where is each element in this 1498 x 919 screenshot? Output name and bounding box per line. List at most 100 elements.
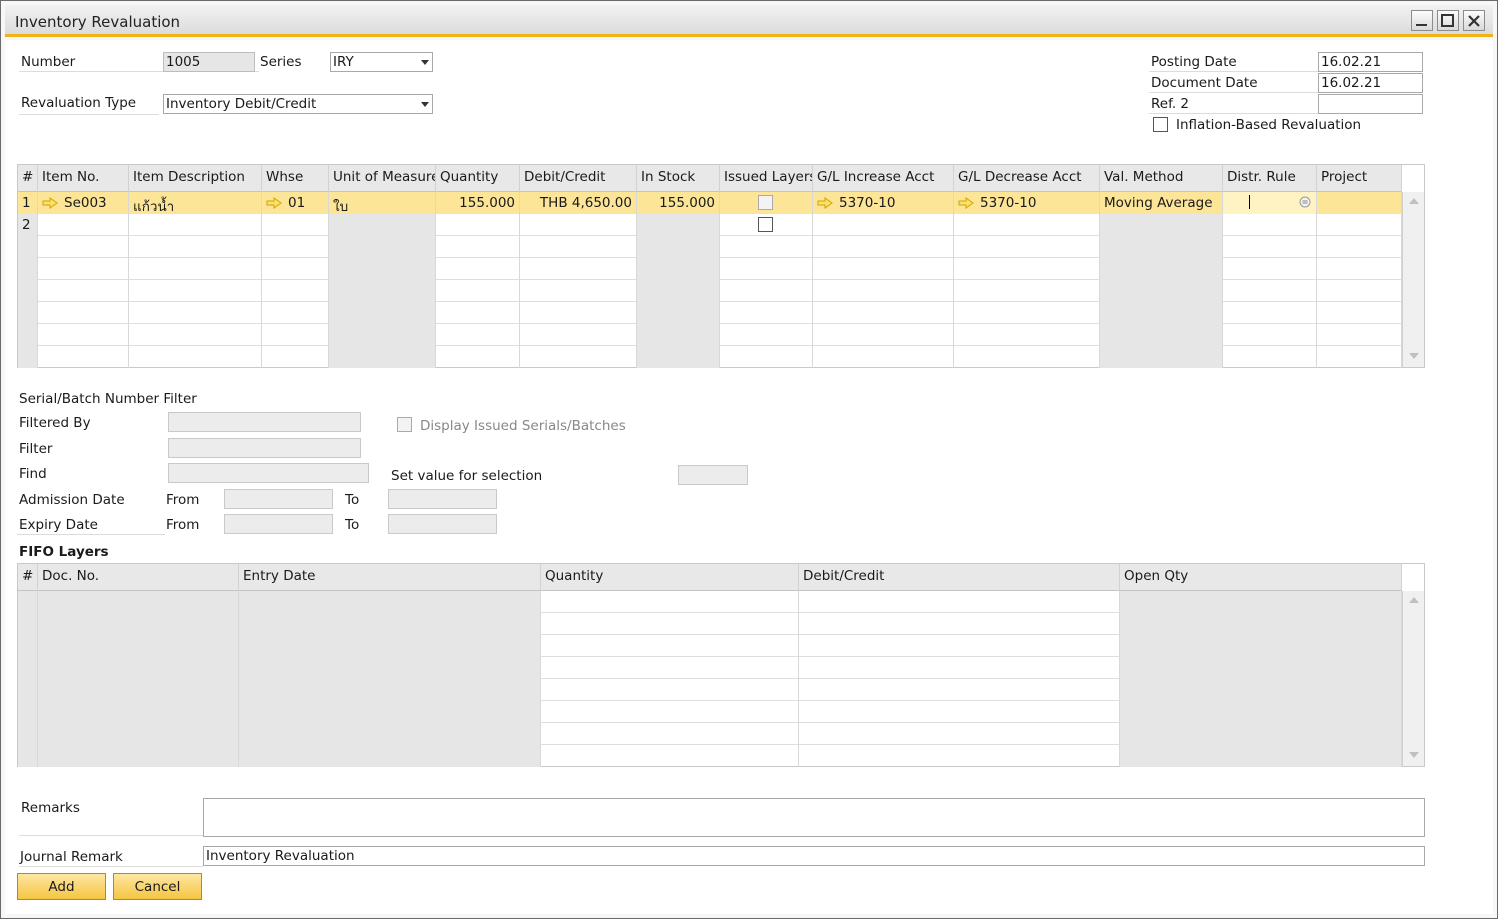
gl-decrease-cell[interactable]: 5370-10 [954, 192, 1100, 214]
add-button[interactable]: Add [17, 873, 106, 900]
maximize-icon [1441, 14, 1454, 27]
scroll-up-icon[interactable] [1409, 198, 1419, 204]
maximize-button[interactable] [1437, 10, 1459, 31]
distr-rule-cell[interactable] [1223, 214, 1317, 236]
revaluation-type-select[interactable]: Inventory Debit/Credit [163, 94, 433, 114]
minimize-button[interactable] [1411, 10, 1433, 31]
inflation-based-checkbox[interactable] [1153, 117, 1168, 132]
whse-cell[interactable] [262, 214, 329, 236]
col-header-debit-credit[interactable]: Debit/Credit [799, 564, 1120, 591]
chevron-down-icon [421, 102, 429, 107]
col-header-project[interactable]: Project [1317, 165, 1402, 192]
uom-cell[interactable]: ใบ [329, 192, 436, 214]
scroll-up-icon[interactable] [1409, 597, 1419, 603]
col-header-gl-decrease[interactable]: G/L Decrease Acct [954, 165, 1100, 192]
table-row [18, 657, 1402, 679]
item-no-cell[interactable] [38, 214, 129, 236]
expiry-date-label: Expiry Date [19, 517, 98, 533]
item-description-cell[interactable] [129, 214, 262, 236]
close-icon [1468, 15, 1480, 27]
display-issued-checkbox[interactable] [397, 417, 412, 432]
col-header-num: # [18, 165, 38, 192]
table-row [18, 346, 1402, 368]
in-stock-cell: 155.000 [637, 192, 720, 214]
col-header-quantity[interactable]: Quantity [541, 564, 799, 591]
col-header-item-description[interactable]: Item Description [129, 165, 262, 192]
uom-cell [329, 214, 436, 236]
document-date-label: Document Date [1151, 75, 1258, 91]
table-row[interactable]: 2 [18, 214, 1402, 236]
table-row[interactable]: 1 Se003 แก้วน้ำ 01 ใบ 155.000 THB 4,650.… [18, 192, 1402, 214]
series-value: IRY [333, 54, 354, 70]
fifo-grid-scrollbar[interactable] [1402, 591, 1424, 766]
filtered-by-field [168, 412, 361, 432]
item-no-cell[interactable]: Se003 [38, 192, 129, 214]
number-label: Number [21, 54, 76, 70]
table-row [18, 745, 1402, 767]
list-choose-icon[interactable] [1299, 196, 1311, 208]
serial-batch-filter-title: Serial/Batch Number Filter [19, 391, 197, 407]
distr-rule-cell[interactable] [1223, 192, 1317, 214]
scroll-down-icon[interactable] [1409, 353, 1419, 359]
item-description-cell[interactable]: แก้วน้ำ [129, 192, 262, 214]
gl-decrease-value: 5370-10 [980, 195, 1037, 211]
gl-increase-cell[interactable] [813, 214, 954, 236]
gl-decrease-cell[interactable] [954, 214, 1100, 236]
project-cell[interactable] [1317, 192, 1402, 214]
find-label: Find [19, 466, 47, 482]
item-no-value: Se003 [64, 195, 107, 211]
link-arrow-icon[interactable] [958, 197, 974, 209]
col-header-whse[interactable]: Whse [262, 165, 329, 192]
posting-date-field[interactable]: 16.02.21 [1318, 52, 1423, 72]
project-cell[interactable] [1317, 214, 1402, 236]
table-row [18, 723, 1402, 745]
col-header-issued-layers[interactable]: Issued Layers [720, 165, 813, 192]
whse-cell[interactable]: 01 [262, 192, 329, 214]
col-header-open-qty[interactable]: Open Qty [1120, 564, 1402, 591]
admission-date-label: Admission Date [19, 492, 125, 508]
col-header-val-method[interactable]: Val. Method [1100, 165, 1223, 192]
col-header-quantity[interactable]: Quantity [436, 165, 520, 192]
col-header-distr-rule[interactable]: Distr. Rule [1223, 165, 1317, 192]
issued-layers-checkbox[interactable] [758, 195, 773, 210]
journal-remark-label: Journal Remark [20, 849, 123, 865]
document-date-field[interactable]: 16.02.21 [1318, 73, 1423, 93]
val-method-cell: Moving Average [1100, 192, 1223, 214]
issued-layers-checkbox[interactable] [758, 217, 773, 232]
link-arrow-icon[interactable] [42, 197, 58, 209]
ref2-field[interactable] [1318, 94, 1423, 114]
col-header-item-no[interactable]: Item No. [38, 165, 129, 192]
expiry-to-label: To [345, 517, 360, 533]
col-header-gl-increase[interactable]: G/L Increase Acct [813, 165, 954, 192]
journal-remark-field[interactable]: Inventory Revaluation [203, 846, 1425, 866]
ref2-label: Ref. 2 [1151, 96, 1190, 112]
col-header-debit-credit[interactable]: Debit/Credit [520, 165, 637, 192]
remarks-field[interactable] [203, 798, 1425, 837]
items-grid-scrollbar[interactable] [1402, 192, 1424, 367]
admission-from-field [224, 489, 333, 509]
quantity-cell[interactable]: 155.000 [436, 192, 520, 214]
series-select[interactable]: IRY [330, 52, 433, 72]
expiry-to-field [388, 514, 497, 534]
items-grid-header: # Item No. Item Description Whse Unit of… [18, 165, 1402, 192]
debit-credit-cell[interactable]: THB 4,650.00 [520, 192, 637, 214]
cancel-button[interactable]: Cancel [113, 873, 202, 900]
close-button[interactable] [1463, 10, 1485, 31]
col-header-doc-no[interactable]: Doc. No. [38, 564, 239, 591]
row-number: 2 [18, 214, 38, 236]
col-header-in-stock[interactable]: In Stock [637, 165, 720, 192]
col-header-entry-date[interactable]: Entry Date [239, 564, 541, 591]
table-row [18, 679, 1402, 701]
find-field [168, 463, 369, 483]
debit-credit-cell[interactable] [520, 214, 637, 236]
link-arrow-icon[interactable] [817, 197, 833, 209]
display-issued-label: Display Issued Serials/Batches [420, 418, 626, 434]
quantity-cell[interactable] [436, 214, 520, 236]
table-row [18, 258, 1402, 280]
gl-increase-cell[interactable]: 5370-10 [813, 192, 954, 214]
scroll-down-icon[interactable] [1409, 752, 1419, 758]
window-title: Inventory Revaluation [15, 13, 181, 31]
col-header-uom[interactable]: Unit of Measure [329, 165, 436, 192]
link-arrow-icon[interactable] [266, 197, 282, 209]
form-content: Number 1005 Series IRY Revaluation Type … [5, 40, 1493, 914]
